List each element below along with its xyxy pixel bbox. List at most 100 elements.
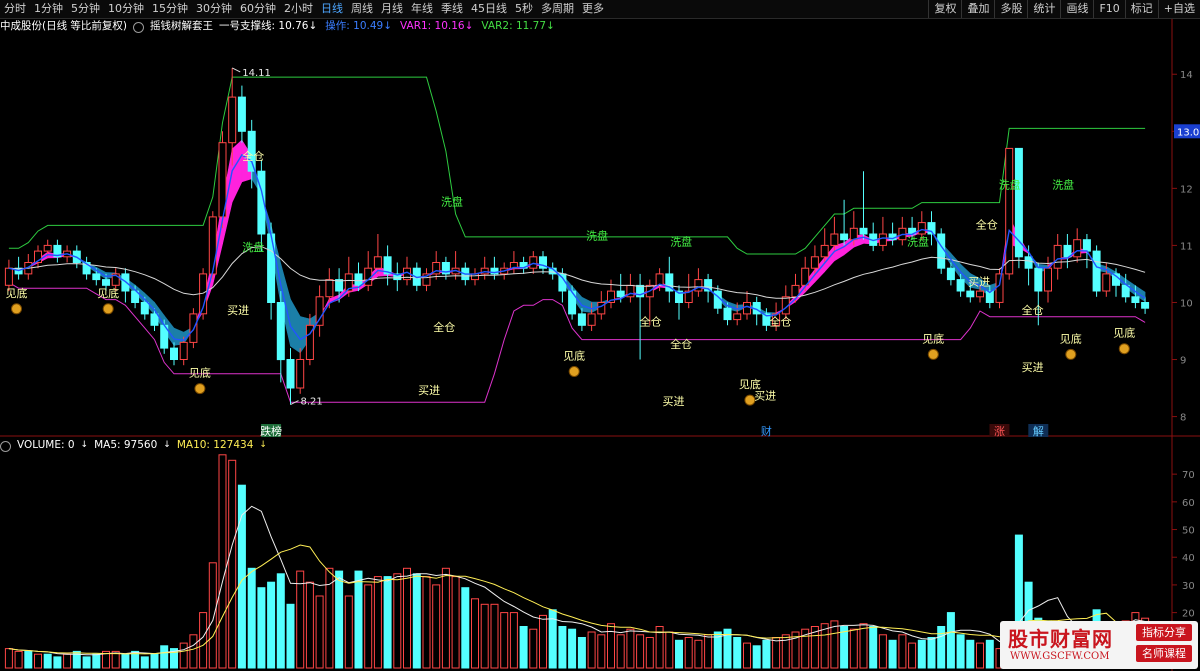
event-mark: 解 <box>1033 424 1044 438</box>
tab-period[interactable]: 分时 <box>0 0 30 18</box>
toolbar-button[interactable]: 叠加 <box>961 0 994 18</box>
indicator-value: 操作: 10.49↓ <box>325 20 392 32</box>
volume-bar <box>888 639 897 669</box>
gear-icon[interactable] <box>0 441 11 452</box>
volume-bar <box>140 656 149 669</box>
volume-bar <box>577 637 586 669</box>
event-mark: 财 <box>761 424 772 438</box>
tab-period[interactable]: 5秒 <box>511 0 537 18</box>
volume-bar <box>927 637 936 669</box>
indicator-info-bar: 中成股份(日线 等比前复权) 摇钱树解套王 一号支撑线: 10.76↓ 操作: 1… <box>0 19 555 34</box>
volume-bar <box>597 634 606 669</box>
candle-body <box>966 290 975 298</box>
volume-bar <box>500 612 509 669</box>
logo-title: 股市财富网 <box>1008 627 1113 651</box>
toolbar-button[interactable]: 标记 <box>1124 0 1158 18</box>
tab-period[interactable]: 月线 <box>377 0 407 18</box>
volume-bar <box>82 656 91 669</box>
candle-body <box>43 244 52 252</box>
volume-bar <box>432 584 441 669</box>
candle-body <box>878 233 887 246</box>
volume-bar <box>509 612 518 669</box>
volume-bar <box>228 459 237 669</box>
toolbar-button[interactable]: 复权 <box>928 0 961 18</box>
tab-period[interactable]: 季线 <box>437 0 467 18</box>
money-bag-icon <box>194 383 206 395</box>
volume-bar <box>354 570 363 669</box>
money-bag-icon <box>568 366 580 377</box>
candle-body <box>946 267 955 281</box>
candle-body <box>917 222 926 235</box>
extreme-price-label: 8.21 <box>301 397 323 408</box>
candle-body <box>354 273 363 286</box>
candle-body <box>1131 296 1140 303</box>
candle-body <box>995 273 1004 303</box>
tab-period[interactable]: 更多 <box>578 0 608 18</box>
volume-bar <box>849 628 858 669</box>
volume-bar <box>53 656 62 669</box>
signal-label: 全仓 <box>433 320 455 334</box>
kline-chart[interactable]: 14131211109813.0706050403020 14.118.21见底… <box>0 0 1200 671</box>
period-tabs: 分时 1分钟 5分钟 10分钟 15分钟 30分钟 60分钟 2小时 日线 周线 月线 年线 季线 45日… <box>0 0 608 18</box>
volume-bar <box>276 573 285 669</box>
toolbar-actions: 复权 叠加 多股 统计 画线 F10 标记 +自选 <box>928 0 1200 18</box>
candle-body <box>820 244 829 258</box>
gear-icon[interactable] <box>133 22 145 33</box>
volume-bar <box>956 634 965 669</box>
signal-label: 全仓 <box>976 217 998 231</box>
volume-bar <box>4 648 13 669</box>
tab-period[interactable]: 日线 <box>317 0 347 18</box>
price-tick-label: 14 <box>1180 70 1193 81</box>
indicator-name[interactable]: 摇钱树解套王 <box>150 19 213 34</box>
toolbar-button[interactable]: F10 <box>1093 0 1124 18</box>
volume-ma10: MA10: 127434 <box>176 439 254 451</box>
signal-label: 全仓 <box>670 337 692 351</box>
volume-tick-label: 30 <box>1182 581 1195 592</box>
toolbar-button[interactable]: +自选 <box>1157 0 1200 18</box>
volume-bar <box>63 653 72 669</box>
volume-bar <box>461 587 470 669</box>
signal-label: 洗盘 <box>1052 177 1074 191</box>
volume-label: VOLUME: 0 <box>17 439 75 451</box>
signal-label: 买进 <box>968 275 990 288</box>
volume-bar <box>189 634 198 669</box>
volume-bar <box>208 562 217 669</box>
signal-label: 全仓 <box>1022 303 1044 317</box>
volume-bar <box>607 623 615 669</box>
candle-body <box>1005 147 1014 275</box>
volume-bar <box>859 623 868 669</box>
toolbar-button[interactable]: 多股 <box>994 0 1027 18</box>
tab-period[interactable]: 年线 <box>407 0 437 18</box>
volume-bar <box>286 603 295 669</box>
candle-body <box>1034 267 1043 292</box>
volume-bar <box>869 626 878 669</box>
toolbar-button[interactable]: 统计 <box>1027 0 1060 18</box>
signal-label: 洗盘 <box>242 240 264 254</box>
tab-period[interactable]: 45日线 <box>467 0 511 18</box>
candle-body <box>92 273 101 281</box>
volume-bar <box>150 653 159 669</box>
tab-period[interactable]: 5分钟 <box>67 0 104 18</box>
signal-label: 见底 <box>189 366 211 380</box>
tab-period[interactable]: 周线 <box>347 0 377 18</box>
tab-period[interactable]: 1分钟 <box>30 0 67 18</box>
volume-bar <box>626 628 635 669</box>
volume-bar <box>917 639 926 669</box>
tab-period[interactable]: 10分钟 <box>104 0 148 18</box>
volume-bar <box>480 603 489 669</box>
volume-bar <box>121 653 130 669</box>
tab-period[interactable]: 2小时 <box>280 0 317 18</box>
tab-period[interactable]: 30分钟 <box>192 0 236 18</box>
toolbar-button[interactable]: 画线 <box>1060 0 1093 18</box>
volume-bar <box>830 620 839 669</box>
trend-band-segment <box>231 139 243 203</box>
tab-period[interactable]: 多周期 <box>537 0 578 18</box>
volume-bar <box>344 595 353 669</box>
volume-ma10-line <box>8 544 1146 655</box>
candle-body <box>840 233 849 241</box>
candle-body <box>150 313 159 326</box>
volume-bar <box>976 642 984 669</box>
volume-bar <box>694 639 703 669</box>
tab-period[interactable]: 60分钟 <box>236 0 280 18</box>
tab-period[interactable]: 15分钟 <box>148 0 192 18</box>
